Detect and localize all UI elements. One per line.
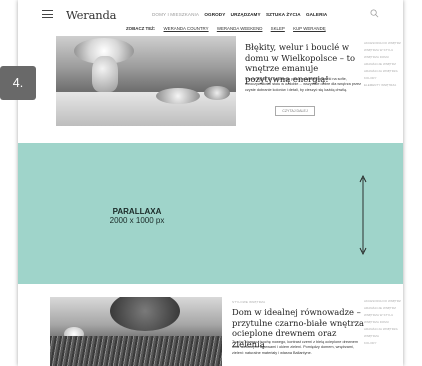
main-nav: DOMY I MIESZKANIA OGRODY URZĄDZAMY SZTUK… (152, 12, 331, 17)
tag-link[interactable]: ARANŻACJA WNĘTRZA (364, 326, 402, 333)
tag-link[interactable]: WNĘTRZA (364, 333, 402, 340)
see-also-link-kup[interactable]: KUP WERANDĘ (293, 26, 326, 31)
page-frame: Weranda DOMY I MIESZKANIA OGRODY URZĄDZA… (18, 0, 403, 366)
bowl-image-detail (204, 86, 230, 100)
tag-link[interactable]: WNĘTRZA W STYLU (364, 312, 402, 319)
parallax-label: PARALLAXA 2000 x 1000 px (18, 207, 256, 225)
search-icon[interactable] (370, 9, 379, 18)
grass-image-detail (50, 336, 222, 366)
tag-link[interactable]: ARANŻACJE WNĘTRZ (364, 305, 402, 312)
article-tags: AKCESORIA DO WNĘTRZ WNĘTRZA W STYLU WNĘT… (364, 40, 402, 89)
parallax-title: PARALLAXA (112, 207, 162, 216)
see-also-label: ZOBACZ TEŻ: (126, 26, 156, 31)
parallax-placeholder: PARALLAXA 2000 x 1000 px (18, 143, 403, 284)
article-lead: Trochę starego i trochę nowego, kontrast… (232, 340, 359, 355)
tag-link[interactable]: KOLORY (364, 75, 402, 82)
tag-link[interactable]: AKCESORIA DO WNĘTRZ (364, 298, 402, 305)
nav-item-ogrody[interactable]: OGRODY (204, 12, 225, 17)
tag-link[interactable]: WNĘTRZA W STYLU (364, 47, 402, 54)
site-logo[interactable]: Weranda (66, 8, 116, 22)
tag-link[interactable]: WNĘTRZA DOMU (364, 319, 402, 326)
tag-link[interactable]: KOLORY (364, 340, 402, 347)
tag-link[interactable]: WNĘTRZA DOMU (364, 54, 402, 61)
article-category[interactable]: STYLOWE WNĘTRZA (232, 300, 265, 304)
article-image[interactable] (56, 36, 236, 126)
tag-link[interactable]: ARANŻACJE WNĘTRZ (364, 61, 402, 68)
vase-image-detail (92, 56, 118, 92)
tag-link[interactable]: AKCESORIA DO WNĘTRZ (364, 40, 402, 47)
article-lead: Ciepło bijące od kaflowego pieca, miękki… (245, 77, 362, 92)
see-also-link-sklep[interactable]: SKLEP (271, 26, 285, 31)
menu-icon[interactable] (42, 10, 53, 18)
nav-item-sztuka-zycia[interactable]: SZTUKA ŻYCIA (266, 12, 301, 17)
bowl-image-detail (156, 88, 200, 104)
nav-item-domy[interactable]: DOMY I MIESZKANIA (152, 12, 199, 17)
tree-image-detail (110, 297, 180, 331)
see-also-bar: ZOBACZ TEŻ: WERANDA COUNTRY WERANDA WEEK… (126, 26, 333, 31)
parallax-size: 2000 x 1000 px (109, 216, 165, 225)
vertical-double-arrow-icon (359, 175, 367, 255)
read-more-button[interactable]: CZYTAJ DALEJ (275, 106, 315, 116)
tag-link[interactable]: ELEMENTY WNĘTRZA (364, 82, 402, 89)
tag-link[interactable]: ARANŻACJA WNĘTRZA (364, 68, 402, 75)
nav-item-galeria[interactable]: GALERIA (306, 12, 327, 17)
see-also-link-weekend[interactable]: WERANDA WEEKEND (217, 26, 263, 31)
site-header: Weranda DOMY I MIESZKANIA OGRODY URZĄDZA… (18, 0, 403, 36)
article-image[interactable] (50, 297, 222, 366)
nav-item-urzadzamy[interactable]: URZĄDZAMY (231, 12, 261, 17)
step-number-badge: 4. (0, 66, 36, 100)
article-tags: AKCESORIA DO WNĘTRZ ARANŻACJE WNĘTRZ WNĘ… (364, 298, 402, 347)
see-also-link-country[interactable]: WERANDA COUNTRY (164, 26, 209, 31)
